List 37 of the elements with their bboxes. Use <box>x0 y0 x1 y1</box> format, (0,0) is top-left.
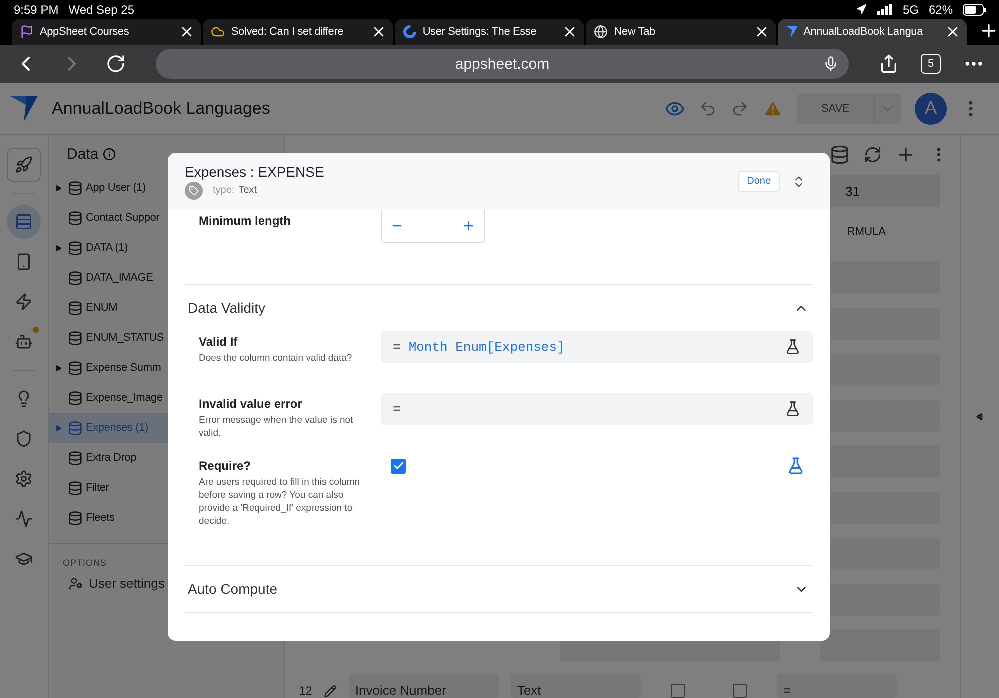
network-text: 5G <box>902 2 919 16</box>
column-heading: RMULA <box>847 226 886 238</box>
section-heading: OPTIONS <box>62 557 108 570</box>
app-title: AnnualLoadBook Languages <box>52 98 272 118</box>
avatar[interactable]: A <box>915 92 947 124</box>
browser-tab[interactable]: Solved: Can I set differe <box>203 19 393 45</box>
tab-count[interactable]: 5 <box>921 54 941 74</box>
field-label: Require? <box>199 459 252 473</box>
field-label: Minimum length <box>199 214 292 228</box>
browser-tab[interactable]: AppSheet Courses <box>12 19 202 45</box>
decrement-button[interactable]: − <box>392 216 403 236</box>
address-bar[interactable]: appsheet.com <box>156 49 849 79</box>
table-item[interactable]: DATA (1) <box>49 233 284 263</box>
date-text: Wed Sep 25 <box>68 2 135 16</box>
clock-time: 9:59 PM <box>14 2 59 16</box>
sidebar-title: Data <box>67 146 99 162</box>
battery-text: 62% <box>928 2 953 16</box>
formula-field[interactable]: = <box>381 393 813 425</box>
browser-tab[interactable]: User Settings: The Esse <box>394 19 584 45</box>
browser-tab[interactable]: AnnualLoadBook Langua <box>778 19 968 45</box>
field-label: Invalid value error <box>199 397 304 411</box>
done-button[interactable]: Done <box>738 171 780 192</box>
row-count: 31 <box>846 184 860 198</box>
field-description: Are users required to fill in this column before saving a row? You can also provide a 'Required_If' expression to decide. <box>199 476 362 528</box>
number-stepper[interactable]: − + <box>381 210 485 243</box>
type-select[interactable]: Text <box>511 674 642 698</box>
field-description: Does the column contain valid data? <box>199 352 354 365</box>
increment-button[interactable]: + <box>463 216 474 236</box>
formula-field[interactable]: = Month Enum[Expenses] <box>381 331 813 363</box>
row-number: 12 <box>299 684 312 698</box>
browser-tab[interactable]: New Tab <box>586 19 776 45</box>
type-value: Text <box>238 185 258 196</box>
type-label: type: <box>213 185 235 196</box>
field-label: Valid If <box>199 335 239 349</box>
dialog-title: Expenses : EXPENSE <box>185 164 326 180</box>
column-name-field[interactable]: Invoice Number <box>349 674 500 698</box>
formula-field[interactable]: = <box>777 674 898 698</box>
